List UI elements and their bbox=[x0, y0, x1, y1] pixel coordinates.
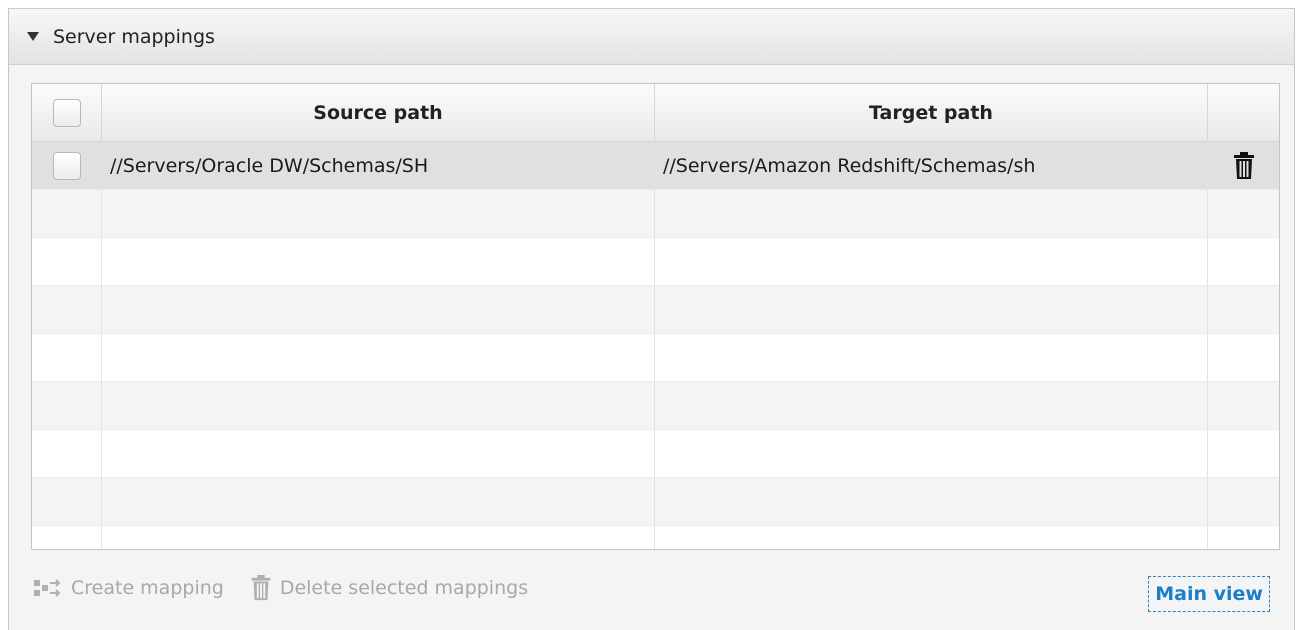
footer-actions: Create mapping Delete selected mappings bbox=[33, 575, 554, 601]
create-mapping-label: Create mapping bbox=[71, 577, 224, 599]
panel-title: Server mappings bbox=[53, 25, 215, 48]
column-header-target[interactable]: Target path bbox=[655, 84, 1208, 141]
table-row[interactable]: //Servers/Oracle DW/Schemas/SH //Servers… bbox=[32, 142, 1279, 190]
trash-icon[interactable] bbox=[1233, 151, 1255, 180]
column-header-action bbox=[1208, 84, 1279, 141]
select-all-checkbox[interactable] bbox=[52, 98, 81, 127]
empty-row bbox=[32, 382, 1279, 430]
empty-row bbox=[32, 334, 1279, 382]
target-path-cell[interactable]: //Servers/Amazon Redshift/Schemas/sh bbox=[655, 142, 1208, 189]
empty-row bbox=[32, 286, 1279, 334]
collapse-arrow-icon[interactable] bbox=[27, 32, 39, 41]
row-action-cell bbox=[1208, 142, 1279, 189]
main-view-link[interactable]: Main view bbox=[1148, 576, 1270, 612]
empty-row bbox=[32, 526, 1279, 549]
trash-icon bbox=[251, 575, 271, 601]
delete-selected-button[interactable]: Delete selected mappings bbox=[250, 575, 528, 601]
delete-selected-label: Delete selected mappings bbox=[279, 577, 529, 599]
mapping-icon bbox=[34, 579, 61, 597]
mappings-table: Source path Target path //Servers/Oracle… bbox=[31, 83, 1280, 550]
row-checkbox[interactable] bbox=[52, 151, 81, 180]
source-path-cell[interactable]: //Servers/Oracle DW/Schemas/SH bbox=[102, 142, 655, 189]
table-header: Source path Target path bbox=[32, 84, 1279, 142]
server-mappings-panel: Server mappings Source path Target path … bbox=[8, 8, 1295, 630]
header-select-all-cell bbox=[32, 84, 102, 141]
row-select-cell bbox=[32, 142, 102, 189]
empty-row bbox=[32, 478, 1279, 526]
empty-row bbox=[32, 190, 1279, 238]
empty-row bbox=[32, 238, 1279, 286]
panel-header[interactable]: Server mappings bbox=[9, 9, 1294, 65]
column-header-source[interactable]: Source path bbox=[102, 84, 655, 141]
empty-row bbox=[32, 430, 1279, 478]
create-mapping-button[interactable]: Create mapping bbox=[33, 577, 224, 599]
